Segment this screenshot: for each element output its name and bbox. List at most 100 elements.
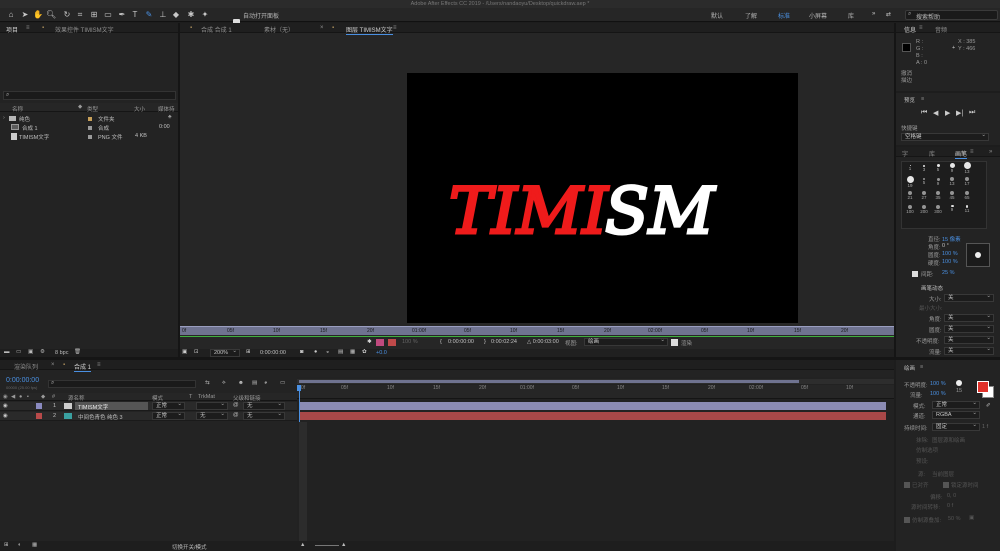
panel-menu-icon[interactable]: ≡ [919,25,923,31]
lock-icon[interactable]: ▪ [42,25,44,31]
frame-blending-icon[interactable]: ▤ [252,380,257,386]
brush-tip[interactable]: 13 [944,177,960,186]
tab-footage[interactable]: 素材（无） [264,25,294,34]
more-workspaces-icon[interactable]: » [872,11,875,17]
tab-effect-controls[interactable]: 效果控件 TIMISM文字 [55,25,114,34]
clone-stamp-tool-icon[interactable]: ⊥ [158,10,168,20]
eyedropper-icon[interactable]: ✐ [986,403,991,409]
lock-icon[interactable]: ▪ [332,25,334,31]
in-out-icon[interactable]: ▦ [32,542,37,548]
zoom-slider[interactable] [315,545,339,546]
zoom-tool-icon[interactable]: 🔍︎ [46,10,56,20]
difference-icon[interactable]: ▣ [969,515,974,521]
column-mode[interactable]: 模式 [152,394,163,402]
brush-tip[interactable]: 9 [944,163,960,173]
snapshot-icon[interactable]: ◙ [300,349,303,355]
grid-icon[interactable]: ⊞ [246,349,251,355]
paint-channel-dropdown[interactable]: RGBA [932,410,980,419]
tab-brushes[interactable]: 画笔 [955,149,968,159]
column-parent[interactable]: 父级和链接 [233,394,261,402]
show-channel-icon[interactable]: ● [314,349,317,355]
brush-tip[interactable]: 45 [944,191,960,200]
interpret-footage-icon[interactable]: ▬ [4,349,10,355]
timeline-ruler[interactable]: 0f 05f 10f 15f 20f 01:00f 05f 10f 15f 20… [297,385,894,399]
panel-menu-icon[interactable]: ≡ [920,364,923,370]
always-preview-icon[interactable]: ▣ [182,349,187,355]
table-row[interactable]: ◉ 1 TIMISM文字 正常 @ 无 [0,401,297,411]
bpc-label[interactable]: 8 bpc [55,350,68,356]
dynamic-flow-dropdown[interactable]: 关 [944,346,994,355]
fast-preview-icon[interactable]: ▤ [338,349,343,355]
zoom-out-icon[interactable]: ▲ [300,542,305,548]
magnification-dropdown[interactable]: 200% [210,348,240,357]
close-icon[interactable]: × [51,362,55,368]
layer-name[interactable]: 中间色青色 纯色 3 [78,413,123,421]
new-composition-icon[interactable]: ▣ [28,349,33,355]
column-type[interactable]: 类型 [87,105,98,113]
tab-render-queue[interactable]: 渲染队列 [14,362,38,371]
label-color-swatch[interactable] [88,117,92,121]
label-color-swatch[interactable] [36,403,42,409]
list-item[interactable]: TIMISM文字 PNG 文件 4 KB [0,131,178,141]
aligned-checkbox[interactable] [904,482,910,488]
size-dropdown[interactable]: 关 [944,293,994,302]
exposure-value[interactable]: +0.0 [376,350,387,356]
rotate-tool-icon[interactable]: ↻ [62,10,72,20]
roto-brush-tool-icon[interactable]: ✱ [186,10,196,20]
brush-tip[interactable]: 17 [959,177,975,186]
eraser-tool-icon[interactable]: ◆ [171,10,181,20]
paint-flow-value[interactable]: 100 % [930,391,946,397]
first-frame-icon[interactable]: ⏮ [921,109,927,117]
hand-tool-icon[interactable]: ✋ [33,10,43,20]
pick-whip-icon[interactable]: @ [233,402,239,408]
brush-tip[interactable]: 9 [944,205,960,212]
layer-mode-dropdown[interactable]: 正常 [152,411,185,420]
hardness-value[interactable]: 100 % [942,259,958,265]
view-dropdown[interactable]: 绘画 [584,337,668,346]
dynamic-roundness-dropdown[interactable]: 关 [944,324,994,333]
home-icon[interactable]: ⌂ [6,10,16,20]
brush-tool-icon[interactable]: ✎ [144,10,154,20]
work-area-bar[interactable] [180,336,894,337]
duration[interactable]: 0:00:02:24 [491,339,517,345]
lock-icon[interactable]: ▪ [190,25,192,31]
workspace-standard[interactable]: 标准 [778,11,790,20]
timeline-timecode[interactable]: 0:00:00:00 [6,377,39,384]
lock-icon[interactable]: ▪ [63,362,65,368]
out-bracket-icon[interactable]: } [484,339,486,345]
settings-icon[interactable]: ⚙ [40,349,45,355]
next-frame-icon[interactable]: ▶| [956,109,963,117]
spacing-checkbox[interactable] [912,271,918,277]
layer-1-duration-bar[interactable] [299,402,886,410]
clone-overlay-checkbox[interactable] [904,517,910,523]
column-source-name[interactable]: 源名称 [68,394,85,402]
label-color-swatch[interactable] [88,126,92,130]
pan-behind-tool-icon[interactable]: ⊞ [89,10,99,20]
graph-editor-icon[interactable]: ▭ [280,380,285,386]
tab-character[interactable]: 字 [902,149,908,158]
column-media[interactable]: 媒体持 [158,105,175,113]
label-icon[interactable]: ◆ [78,104,82,110]
layer-2-duration-bar[interactable] [299,412,886,420]
color-picker-icon[interactable]: ◒ [326,349,329,355]
tab-project[interactable]: 项目 [6,25,18,34]
column-t[interactable]: T [189,394,192,400]
more-icon[interactable]: » [989,149,992,155]
transfer-controls-icon[interactable]: ◐ [18,542,21,548]
in-point[interactable]: 0:00:00:00 [448,339,474,345]
new-folder-icon[interactable]: ▭ [16,349,21,355]
draft-3d-icon[interactable]: ⟡ [222,380,226,387]
layer-trkmat-dropdown[interactable]: 无 [196,411,228,420]
label-color-swatch[interactable] [36,413,42,419]
lock-source-time-checkbox[interactable] [943,482,949,488]
brush-tip[interactable]: 11 [959,205,975,213]
visibility-icon[interactable]: ◉ [3,403,8,409]
list-item[interactable]: 合成 1 合成 0:00 [0,122,178,132]
brush-tip[interactable]: 13 [959,162,975,174]
brush-tips-grid[interactable]: 1 3 5 9 13 19 5 9 13 17 21 27 35 45 65 1… [901,161,987,229]
spacing-value[interactable]: 25 % [942,270,955,276]
in-bracket-icon[interactable]: { [440,339,442,345]
shortcut-dropdown[interactable]: 空格键 [901,132,989,141]
dynamic-angle-dropdown[interactable]: 关 [944,313,994,322]
region-of-interest-icon[interactable]: ⊡ [194,349,199,355]
